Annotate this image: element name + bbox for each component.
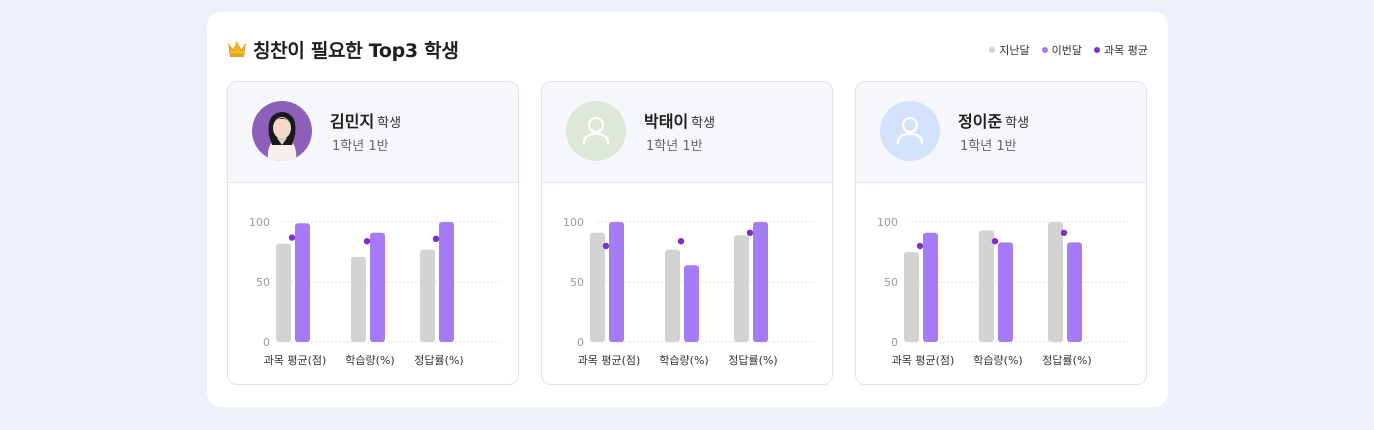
student-name-line: 김민지 학생 bbox=[330, 108, 401, 132]
legend-label: 지난달 bbox=[999, 44, 1030, 57]
student-name-line: 박태이 학생 bbox=[644, 108, 715, 132]
average-dot bbox=[916, 242, 924, 250]
bar-this-month bbox=[295, 223, 310, 342]
avatar bbox=[252, 101, 312, 161]
bar-last-month bbox=[420, 249, 435, 342]
legend-item-this-month: 이번달 bbox=[1041, 42, 1083, 58]
avatar bbox=[566, 101, 626, 161]
student-name-line: 정이준 학생 bbox=[958, 108, 1029, 132]
bar-chart: 0 50 100 과목 평균(점) 학습량(%) 정답률(%) bbox=[563, 216, 814, 367]
bar-last-month bbox=[665, 249, 680, 342]
user-placeholder-icon bbox=[582, 116, 610, 145]
legend-dot-icon bbox=[989, 47, 996, 53]
average-dot bbox=[746, 229, 754, 236]
bar-this-month bbox=[998, 242, 1013, 342]
average-dot bbox=[602, 242, 610, 250]
student-photo-icon bbox=[252, 101, 312, 161]
y-tick-label: 50 bbox=[570, 276, 584, 289]
x-category-label: 과목 평균(점) bbox=[578, 354, 641, 367]
student-name: 김민지 bbox=[330, 112, 375, 131]
student-chart: 0 50 100 과목 평균(점) 학습량(%) 정답률(%) bbox=[856, 183, 1146, 383]
x-category-label: 학습량(%) bbox=[345, 354, 394, 367]
bar-last-month bbox=[1048, 222, 1063, 342]
panel-title: 칭찬이 필요한 Top3 학생 bbox=[227, 36, 459, 62]
y-tick-label: 50 bbox=[884, 276, 898, 289]
legend-dot-icon bbox=[1094, 47, 1101, 53]
average-dot bbox=[991, 238, 999, 245]
student-name: 정이준 bbox=[958, 112, 1003, 131]
bar-this-month bbox=[609, 222, 624, 342]
student-card[interactable]: 김민지 학생 1학년 1반 0 50 100 과목 평균(점) 학습량(%) 정답률(%) bbox=[227, 81, 519, 385]
average-dot bbox=[677, 238, 685, 245]
panel-title-text: 칭찬이 필요한 Top3 학생 bbox=[253, 39, 459, 62]
x-category-label: 학습량(%) bbox=[973, 354, 1022, 367]
bar-last-month bbox=[979, 230, 994, 342]
student-chart: 0 50 100 과목 평균(점) 학습량(%) 정답률(%) bbox=[542, 183, 832, 383]
bar-this-month bbox=[684, 265, 699, 342]
user-placeholder-icon bbox=[896, 116, 924, 145]
x-category-label: 학습량(%) bbox=[659, 354, 708, 367]
student-card[interactable]: 박태이 학생 1학년 1반 0 50 100 과목 평균(점) 학습량(%) 정답률(%) bbox=[541, 81, 833, 385]
x-category-label: 과목 평균(점) bbox=[264, 354, 327, 367]
bar-this-month bbox=[439, 222, 454, 342]
student-suffix: 학생 bbox=[377, 116, 402, 131]
student-card-header: 정이준 학생 1학년 1반 bbox=[856, 82, 1146, 183]
bar-this-month bbox=[1067, 242, 1082, 342]
legend-dot-icon bbox=[1041, 47, 1048, 53]
bar-last-month bbox=[590, 232, 605, 342]
x-category-label: 정답률(%) bbox=[1042, 354, 1091, 367]
avatar bbox=[880, 101, 940, 161]
bar-last-month bbox=[904, 252, 919, 342]
student-suffix: 학생 bbox=[1005, 116, 1030, 131]
legend-item-last-month: 지난달 bbox=[989, 42, 1030, 58]
student-class: 1학년 1반 bbox=[332, 139, 389, 154]
bar-this-month bbox=[753, 222, 768, 342]
student-card-header: 김민지 학생 1학년 1반 bbox=[228, 82, 518, 183]
y-tick-label: 0 bbox=[891, 336, 898, 349]
crown-icon bbox=[227, 40, 247, 58]
bar-last-month bbox=[734, 235, 749, 342]
student-suffix: 학생 bbox=[691, 116, 716, 131]
student-card-header: 박태이 학생 1학년 1반 bbox=[542, 82, 832, 183]
x-category-label: 정답률(%) bbox=[414, 354, 463, 367]
x-category-label: 정답률(%) bbox=[728, 354, 777, 367]
bar-this-month bbox=[923, 232, 938, 342]
legend-label: 이번달 bbox=[1051, 44, 1083, 57]
x-category-label: 과목 평균(점) bbox=[892, 354, 955, 367]
student-class: 1학년 1반 bbox=[646, 139, 703, 154]
average-dot bbox=[432, 235, 440, 242]
student-card[interactable]: 정이준 학생 1학년 1반 0 50 100 과목 평균(점) 학습량(%) 정답률(%) bbox=[855, 81, 1147, 385]
y-tick-label: 0 bbox=[577, 336, 584, 349]
bar-last-month bbox=[351, 256, 366, 342]
y-tick-label: 100 bbox=[877, 216, 898, 229]
chart-legend: 지난달 이번달 과목 평균 bbox=[977, 42, 1148, 58]
student-name: 박태이 bbox=[644, 112, 689, 131]
legend-label: 과목 평균 bbox=[1104, 44, 1148, 57]
bar-last-month bbox=[276, 243, 291, 342]
bar-chart: 0 50 100 과목 평균(점) 학습량(%) 정답률(%) bbox=[249, 216, 500, 367]
top3-students-panel: 칭찬이 필요한 Top3 학생 지난달 이번달 과목 평균 김민지 학생 1학년… bbox=[207, 12, 1168, 407]
y-tick-label: 100 bbox=[563, 216, 584, 229]
average-dot bbox=[1060, 229, 1068, 236]
y-tick-label: 50 bbox=[256, 276, 270, 289]
average-dot bbox=[363, 238, 371, 245]
y-tick-label: 100 bbox=[249, 216, 270, 229]
bar-chart: 0 50 100 과목 평균(점) 학습량(%) 정답률(%) bbox=[877, 216, 1128, 367]
average-dot bbox=[288, 234, 296, 241]
student-class: 1학년 1반 bbox=[960, 139, 1017, 154]
y-tick-label: 0 bbox=[263, 336, 270, 349]
legend-item-average: 과목 평균 bbox=[1094, 42, 1148, 58]
student-chart: 0 50 100 과목 평균(점) 학습량(%) 정답률(%) bbox=[228, 183, 518, 383]
bar-this-month bbox=[370, 232, 385, 342]
